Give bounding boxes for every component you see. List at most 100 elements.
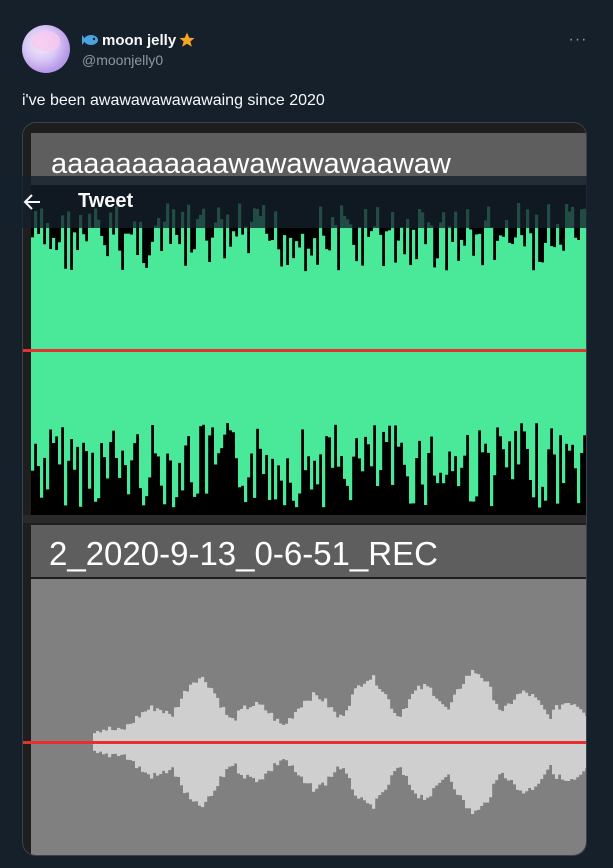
waveform-bar [412,229,416,504]
waveform-bar [559,244,563,436]
waveform-bar [427,222,431,453]
waveform-bar [91,227,95,453]
waveform-bar [406,219,410,477]
waveform-bar [421,212,425,485]
waveform-bar [295,241,299,508]
waveform-bar [568,211,572,451]
waveform-bar [229,246,233,431]
waveform-bar [334,225,338,425]
waveform-bar [106,256,110,479]
waveform-bar [493,260,497,476]
waveform-bar [577,239,581,504]
waveform-bar [442,212,446,484]
waveform-bar [97,219,101,499]
avatar[interactable] [22,25,70,73]
waveform-bar [544,242,548,501]
waveform-bar [208,262,212,436]
waveform-bar [316,264,320,485]
more-button[interactable]: ··· [566,30,590,50]
waveform-bar [394,262,398,426]
waveform-bar [148,255,152,478]
track-separator [23,515,586,523]
waveform-bar [70,269,74,440]
waveform-bar [58,242,62,465]
waveform-bar [322,235,326,508]
waveform-bar [76,250,80,447]
waveform-bar [424,244,428,506]
waveform-bar [376,207,380,487]
waveform-bar [400,227,404,443]
waveform-bar [202,208,206,425]
waveform-bar [448,226,452,452]
top-playhead-line [23,349,586,352]
waveform-bar [379,234,383,471]
waveform-bar [328,250,332,438]
waveform-bar [31,237,35,471]
waveform-bar [451,241,455,472]
waveform-bar [259,216,263,449]
waveform-bar [535,214,539,424]
waveform-bar [238,203,242,488]
waveform-bar [34,211,38,444]
waveform-bar [112,234,116,431]
waveform-bar [538,261,542,508]
waveform-bar [343,215,347,479]
waveform-bar [292,258,296,501]
waveform-bar [532,270,536,498]
waveform-bar [82,234,86,443]
waveform-bar [502,236,506,450]
waveform-bar [367,236,371,445]
waveform-bar [220,219,224,449]
waveform-bar [265,233,269,456]
waveform-bar [340,205,344,457]
waveform-bar [382,266,386,432]
waveform-bar [430,225,434,437]
waveform-bar [346,219,350,486]
waveform-bar [460,239,464,468]
waveform-bar [85,241,89,452]
waveform-bar [46,222,50,490]
waveform-bar [436,258,440,484]
waveform-bar [526,209,530,449]
waveform-bar [469,229,473,502]
waveform-bar [223,258,227,435]
waveform-bar [277,249,281,466]
waveform-bar [121,269,125,451]
waveform-bar [244,226,248,503]
waveform-bar [130,234,134,461]
user-handle[interactable]: @moonjelly0 [82,52,163,68]
waveform-bar [241,234,245,486]
waveform-bar [547,204,551,450]
waveform-bar [466,209,470,436]
arrow-left-icon[interactable] [22,192,42,212]
waveform-bar [580,209,584,453]
waveform-bar [520,235,524,424]
waveform-bar [184,265,188,446]
waveform-bar [247,253,251,478]
waveform-bar [433,267,437,476]
waveform-bar [151,241,155,426]
waveform-bar [235,236,239,459]
display-name[interactable]: moon jelly [82,31,196,49]
fish-icon [82,35,98,45]
waveform-bar [307,248,311,457]
waveform-bar [127,233,131,495]
tweet-nav-bar: Tweet [0,176,587,228]
waveform-bar [175,234,179,498]
waveform-bar [256,208,260,429]
bottom-track-label: 2_2020-9-13_0-6-51_REC [49,535,438,572]
waveform-bar [205,240,209,494]
waveform-bar [100,235,104,444]
waveform-bar [418,209,422,441]
waveform-bar [478,233,482,431]
waveform-bar [325,249,329,437]
waveform-bar [385,231,389,442]
waveform-bar [574,237,578,469]
waveform-bar [496,240,500,428]
waveform-bar [262,205,266,475]
waveform-bar [439,222,443,473]
media-image[interactable]: aaaaaaaaaaawawawawaawaw 2_2020-9-13_0-6-… [22,122,587,856]
waveform-bar [472,255,476,502]
waveform-bar [514,237,518,431]
waveform-bar [67,211,71,461]
